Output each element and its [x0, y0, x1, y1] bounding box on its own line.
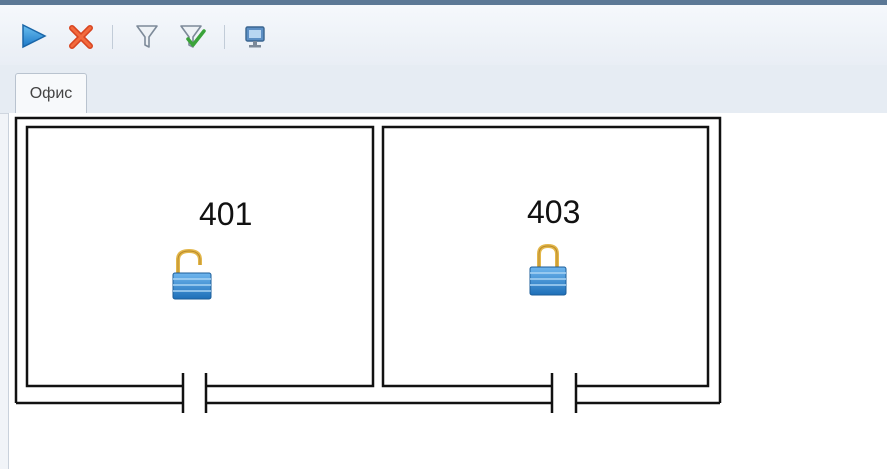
- apply-filter-button[interactable]: [176, 19, 206, 53]
- floor-plan-canvas: 401 403: [8, 113, 887, 469]
- toolbar-separator: [224, 25, 225, 49]
- room-label-401: 401: [199, 196, 253, 232]
- floor-plan-walls: [14, 116, 722, 413]
- filter-check-icon: [180, 25, 206, 48]
- toolbar: [0, 5, 887, 65]
- stop-button[interactable]: [66, 19, 96, 53]
- room-403-lock[interactable]: [527, 241, 575, 303]
- unlock-icon: [172, 248, 212, 300]
- room-401-lock[interactable]: [169, 245, 217, 307]
- tab-strip: Офис: [0, 65, 887, 114]
- close-icon: [69, 25, 93, 49]
- toolbar-separator: [112, 25, 113, 49]
- lock-icon: [529, 243, 567, 296]
- play-icon: [22, 23, 47, 49]
- room-label-403: 403: [527, 194, 581, 230]
- tab-office[interactable]: Офис: [15, 73, 87, 113]
- filter-icon: [136, 25, 158, 48]
- monitor-icon: [245, 26, 265, 48]
- monitor-button[interactable]: [240, 19, 270, 53]
- filter-button[interactable]: [132, 19, 162, 53]
- play-button[interactable]: [18, 19, 48, 53]
